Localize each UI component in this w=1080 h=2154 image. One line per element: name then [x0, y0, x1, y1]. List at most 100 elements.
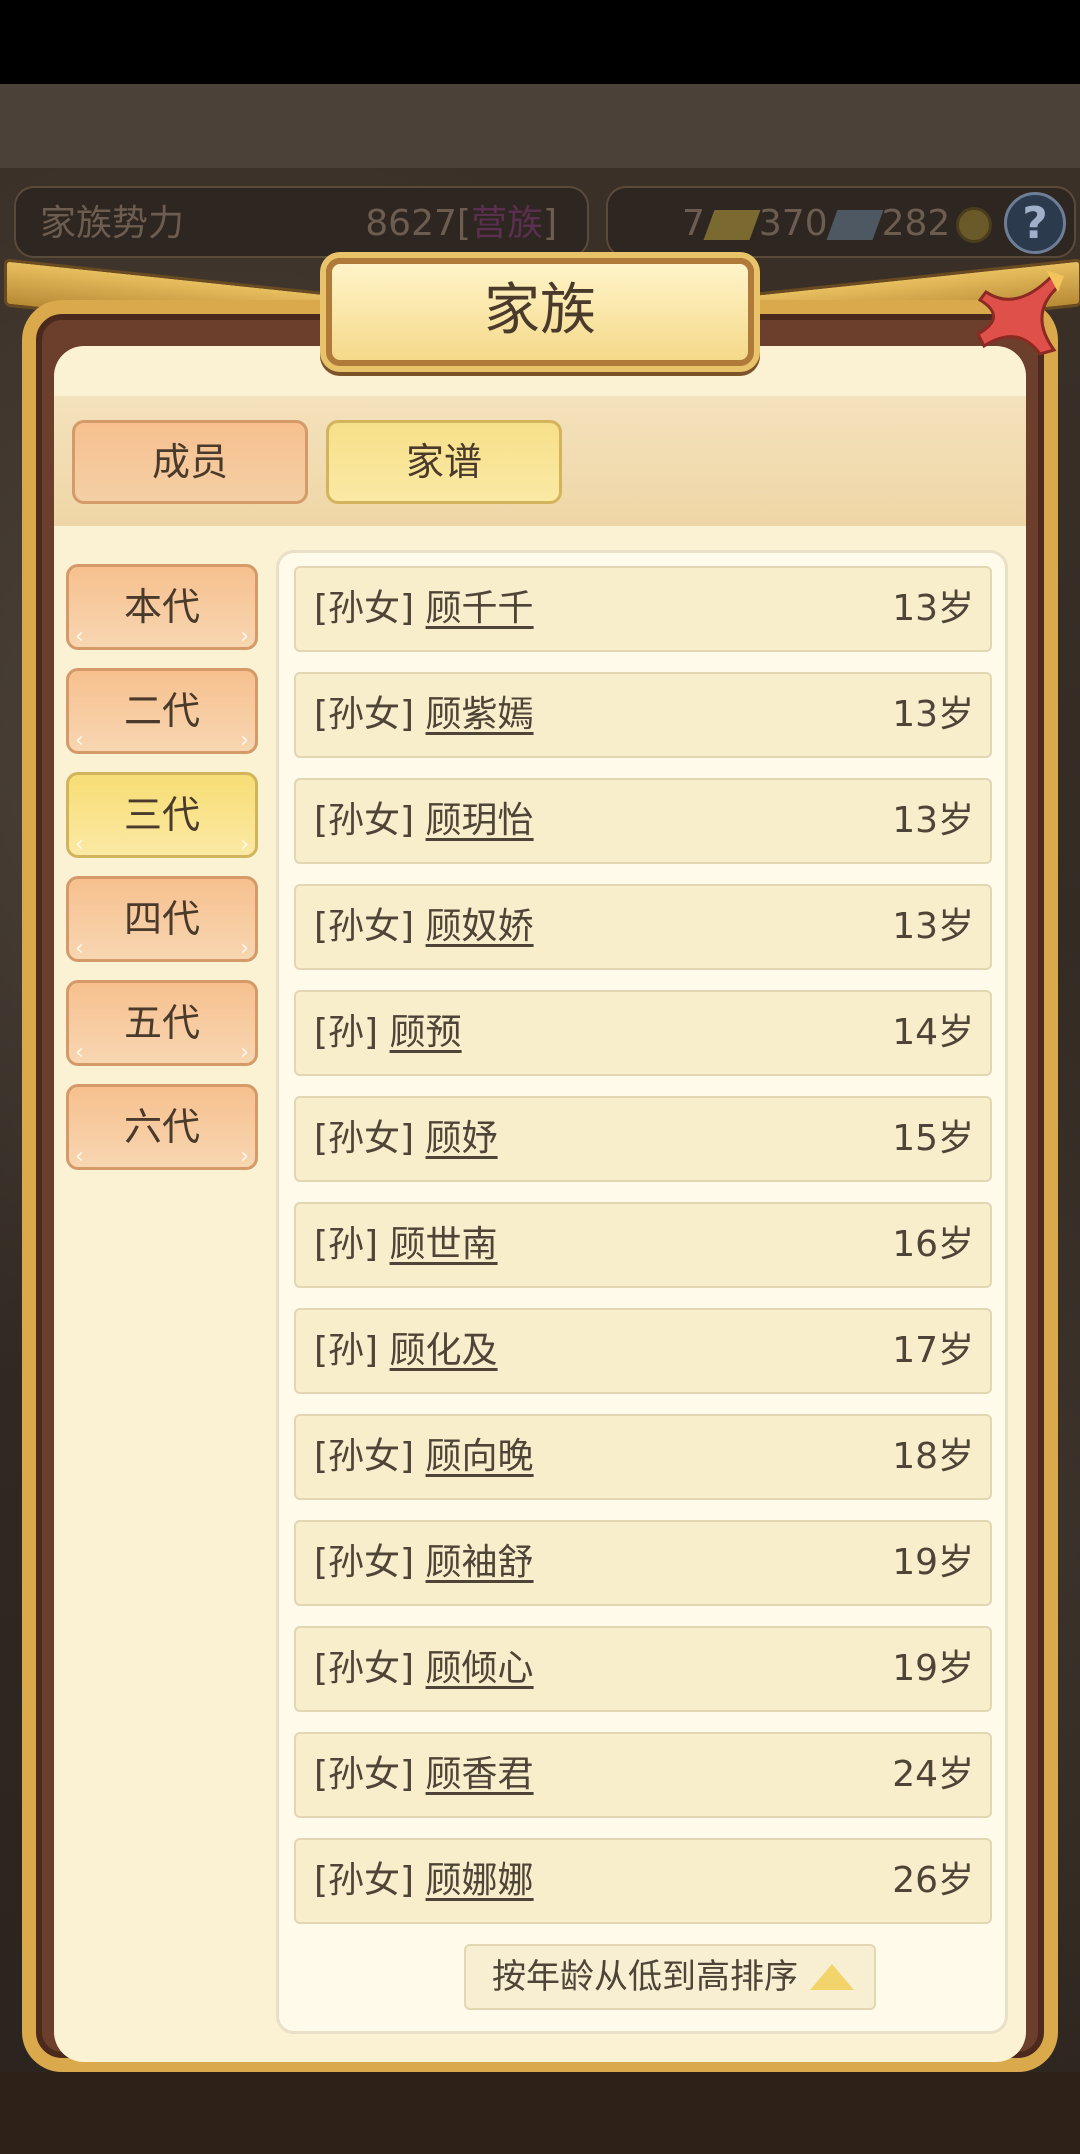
member-age: 13岁: [892, 906, 974, 947]
list-item[interactable]: [孙女] 顾妤 15岁: [294, 1096, 992, 1182]
relation-label: [孙]: [314, 1012, 379, 1053]
member-name-link[interactable]: 顾妤: [426, 1118, 498, 1159]
member-age: 14岁: [892, 1012, 974, 1053]
member-name-link[interactable]: 顾向晚: [426, 1436, 534, 1477]
bottom-scene-strip: [0, 2072, 1080, 2154]
member-age: 24岁: [892, 1754, 974, 1795]
list-item[interactable]: [孙女] 顾紫嫣 13岁: [294, 672, 992, 758]
list-item[interactable]: [孙女] 顾袖舒 19岁: [294, 1520, 992, 1606]
family-power-bar: 家族势力 8627[营族]: [14, 186, 589, 258]
family-power-value: 8627: [365, 203, 457, 244]
gen-label: 二代: [123, 689, 200, 733]
relation-label: [孙女]: [314, 1648, 415, 1689]
member-age: 13岁: [892, 694, 974, 735]
member-name-link[interactable]: 顾奴娇: [426, 906, 534, 947]
chevron-right-icon: ›: [240, 728, 249, 753]
gen-button-2[interactable]: ‹ 二代 ›: [66, 668, 258, 754]
top-header-strip: [0, 84, 1080, 168]
triangle-up-icon: [810, 1964, 854, 1990]
list-item[interactable]: [孙女] 顾奴娇 13岁: [294, 884, 992, 970]
member-name-link[interactable]: 顾紫嫣: [426, 694, 534, 735]
gold-bar-icon: [703, 210, 761, 240]
member-age: 15岁: [892, 1118, 974, 1159]
gen-label: 三代: [123, 793, 200, 837]
relation-label: [孙女]: [314, 694, 415, 735]
member-name-link[interactable]: 顾香君: [426, 1754, 534, 1795]
list-item[interactable]: [孙女] 顾玥怡 13岁: [294, 778, 992, 864]
gen-button-6[interactable]: ‹ 六代 ›: [66, 1084, 258, 1170]
chevron-left-icon: ‹: [75, 832, 84, 857]
list-item[interactable]: [孙女] 顾娜娜 26岁: [294, 1838, 992, 1924]
silver-count: 282: [881, 203, 951, 244]
member-name-link[interactable]: 顾倾心: [426, 1648, 534, 1689]
gold-count: 7: [682, 203, 705, 244]
list-item[interactable]: [孙女] 顾倾心 19岁: [294, 1626, 992, 1712]
member-age: 13岁: [892, 588, 974, 629]
member-age: 16岁: [892, 1224, 974, 1265]
chevron-right-icon: ›: [240, 1040, 249, 1065]
relation-label: [孙女]: [314, 1754, 415, 1795]
relation-label: [孙女]: [314, 1860, 415, 1901]
list-item[interactable]: [孙女] 顾向晚 18岁: [294, 1414, 992, 1500]
gen-label: 五代: [123, 1001, 200, 1045]
member-age: 19岁: [892, 1542, 974, 1583]
member-name-link[interactable]: 顾预: [390, 1012, 462, 1053]
member-age: 26岁: [892, 1860, 974, 1901]
member-name-link[interactable]: 顾玥怡: [426, 800, 534, 841]
list-item[interactable]: [孙] 顾化及 17岁: [294, 1308, 992, 1394]
member-name-link[interactable]: 顾千千: [426, 588, 534, 629]
ingot-count: 370: [758, 203, 828, 244]
chevron-right-icon: ›: [240, 936, 249, 961]
family-power-tag: 营族: [470, 203, 543, 244]
tab-members[interactable]: 成员: [72, 420, 308, 504]
chevron-right-icon: ›: [240, 624, 249, 649]
dialog-title: 家族: [326, 258, 754, 366]
close-icon[interactable]: [966, 262, 1066, 362]
family-power-value-group: 8627[营族]: [365, 188, 557, 260]
coin-icon: [956, 207, 993, 243]
help-icon[interactable]: ?: [1004, 192, 1066, 254]
list-item[interactable]: [孙女] 顾千千 13岁: [294, 566, 992, 652]
chevron-left-icon: ‹: [75, 1040, 84, 1065]
chevron-left-icon: ‹: [75, 728, 84, 753]
chevron-left-icon: ‹: [75, 936, 84, 961]
member-name-link[interactable]: 顾世南: [390, 1224, 498, 1265]
gen-button-3[interactable]: ‹ 三代 ›: [66, 772, 258, 858]
gen-label: 四代: [123, 897, 200, 941]
chevron-right-icon: ›: [240, 1144, 249, 1169]
sort-by-age-button[interactable]: 按年龄从低到高排序: [464, 1944, 876, 2010]
silver-bar-icon: [826, 210, 884, 240]
relation-label: [孙]: [314, 1330, 379, 1371]
relation-label: [孙]: [314, 1224, 379, 1265]
gen-button-1[interactable]: ‹ 本代 ›: [66, 564, 258, 650]
relation-label: [孙女]: [314, 588, 415, 629]
list-item[interactable]: [孙女] 顾香君 24岁: [294, 1732, 992, 1818]
bracket-open: [: [456, 203, 471, 244]
chevron-left-icon: ‹: [75, 624, 84, 649]
family-power-label: 家族势力: [40, 203, 185, 244]
status-bar: [0, 0, 1080, 84]
sort-label: 按年龄从低到高排序: [492, 1957, 798, 1997]
list-item[interactable]: [孙] 顾世南 16岁: [294, 1202, 992, 1288]
relation-label: [孙女]: [314, 1542, 415, 1583]
member-age: 19岁: [892, 1648, 974, 1689]
relation-label: [孙女]: [314, 1436, 415, 1477]
relation-label: [孙女]: [314, 906, 415, 947]
member-age: 17岁: [892, 1330, 974, 1371]
bracket-close: ]: [542, 203, 557, 244]
gen-label: 本代: [123, 585, 200, 629]
list-item[interactable]: [孙] 顾预 14岁: [294, 990, 992, 1076]
relation-label: [孙女]: [314, 1118, 415, 1159]
member-name-link[interactable]: 顾化及: [390, 1330, 498, 1371]
gen-label: 六代: [123, 1105, 200, 1149]
gen-button-4[interactable]: ‹ 四代 ›: [66, 876, 258, 962]
member-age: 18岁: [892, 1436, 974, 1477]
member-name-link[interactable]: 顾娜娜: [426, 1860, 534, 1901]
chevron-left-icon: ‹: [75, 1144, 84, 1169]
member-name-link[interactable]: 顾袖舒: [426, 1542, 534, 1583]
relation-label: [孙女]: [314, 800, 415, 841]
chevron-right-icon: ›: [240, 832, 249, 857]
gen-button-5[interactable]: ‹ 五代 ›: [66, 980, 258, 1066]
tab-family-tree[interactable]: 家谱: [326, 420, 562, 504]
member-age: 13岁: [892, 800, 974, 841]
